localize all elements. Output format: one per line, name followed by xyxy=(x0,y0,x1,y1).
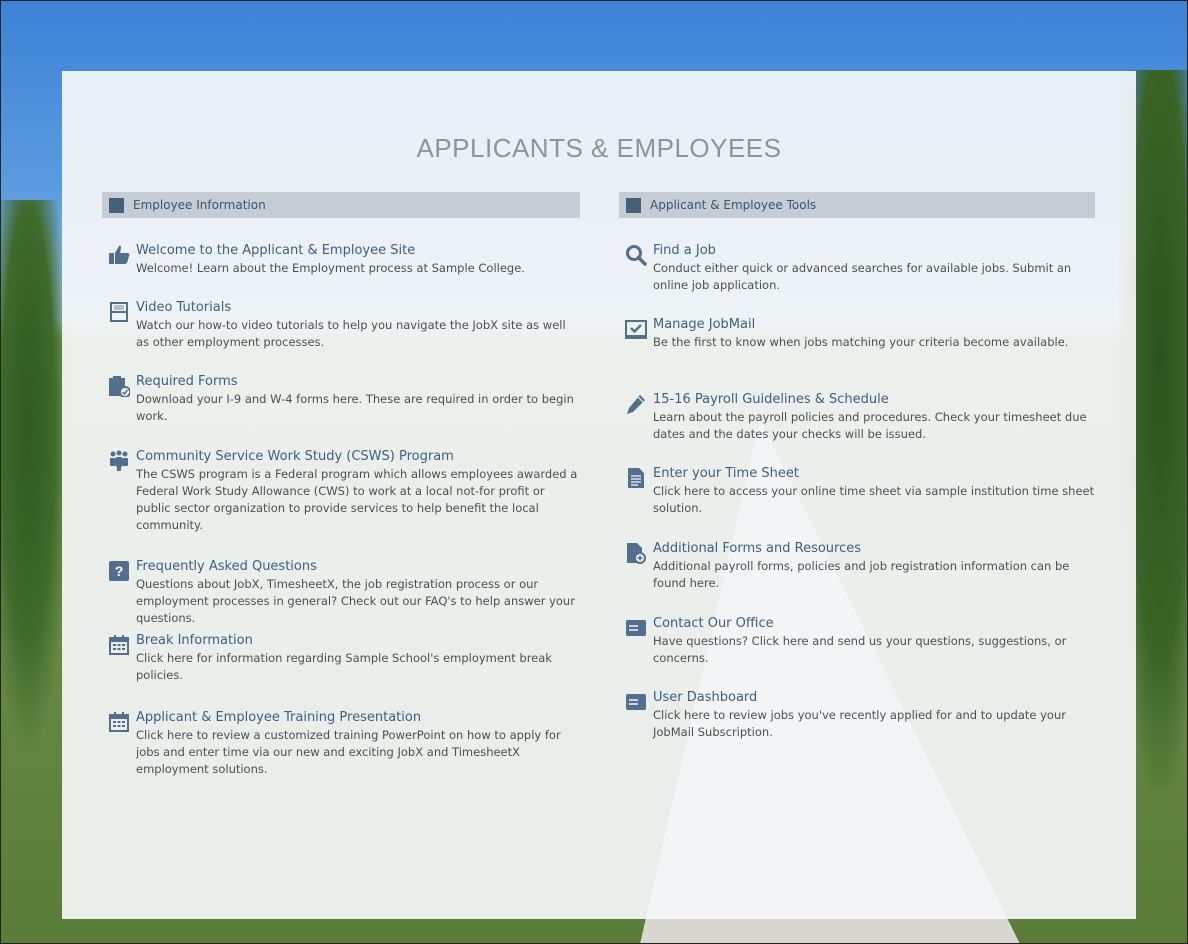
content-panel: APPLICANTS & EMPLOYEES Employee Informat… xyxy=(62,71,1136,919)
header-square-icon xyxy=(109,197,124,213)
header-square-icon xyxy=(626,197,641,213)
list-item-additional-forms[interactable]: Additional Forms and Resources Additiona… xyxy=(625,540,1095,592)
document-add-icon xyxy=(625,542,647,564)
item-description: Learn about the payroll policies and pro… xyxy=(653,410,1087,441)
list-item-welcome[interactable]: Welcome to the Applicant & Employee Site… xyxy=(108,242,580,277)
calendar-icon xyxy=(108,634,130,656)
item-description: Welcome! Learn about the Employment proc… xyxy=(136,261,525,275)
search-icon xyxy=(625,244,647,266)
list-item-contact-office[interactable]: Contact Our Office Have questions? Click… xyxy=(625,615,1095,667)
list-item-csws-program[interactable]: Community Service Work Study (CSWS) Prog… xyxy=(108,448,580,534)
item-title[interactable]: Welcome to the Applicant & Employee Site xyxy=(136,242,580,260)
item-description: Questions about JobX, TimesheetX, the jo… xyxy=(136,577,575,625)
item-title[interactable]: Additional Forms and Resources xyxy=(653,540,1095,558)
item-title[interactable]: Find a Job xyxy=(653,242,1095,260)
item-title[interactable]: User Dashboard xyxy=(653,689,1095,707)
item-title[interactable]: Frequently Asked Questions xyxy=(136,558,580,576)
item-description: Be the first to know when jobs matching … xyxy=(653,335,1069,349)
item-description: The CSWS program is a Federal program wh… xyxy=(136,467,578,532)
employee-information-column: Employee Information Welcome to the Appl… xyxy=(102,192,580,776)
film-icon xyxy=(108,301,130,323)
item-title[interactable]: 15-16 Payroll Guidelines & Schedule xyxy=(653,391,1095,409)
section-header-employee-information: Employee Information xyxy=(102,192,580,218)
section-header-label: Applicant & Employee Tools xyxy=(650,198,817,212)
calendar-icon xyxy=(108,711,130,733)
list-item-enter-time-sheet[interactable]: Enter your Time Sheet Click here to acce… xyxy=(625,465,1095,517)
clipboard-icon xyxy=(108,375,130,397)
item-description: Click here to access your online time sh… xyxy=(653,484,1095,515)
item-description: Additional payroll forms, policies and j… xyxy=(653,559,1070,590)
item-description: Click here for information regarding Sam… xyxy=(136,651,552,682)
item-description: Click here to review a customized traini… xyxy=(136,728,561,776)
item-description: Click here to review jobs you've recentl… xyxy=(653,708,1066,739)
pencil-icon xyxy=(625,393,647,415)
list-item-break-information[interactable]: Break Information Click here for informa… xyxy=(108,632,580,684)
question-icon: ? xyxy=(108,560,130,582)
list-item-training-presentation[interactable]: Applicant & Employee Training Presentati… xyxy=(108,709,580,778)
item-title[interactable]: Community Service Work Study (CSWS) Prog… xyxy=(136,448,580,466)
item-title[interactable]: Video Tutorials xyxy=(136,299,580,317)
list-item-faq[interactable]: ? Frequently Asked Questions Questions a… xyxy=(108,558,580,627)
page-title: APPLICANTS & EMPLOYEES xyxy=(416,133,782,163)
list-item-payroll-guidelines[interactable]: 15-16 Payroll Guidelines & Schedule Lear… xyxy=(625,391,1095,443)
people-icon xyxy=(108,450,130,472)
list-item-required-forms[interactable]: Required Forms Download your I-9 and W-4… xyxy=(108,373,580,425)
list-item-user-dashboard[interactable]: User Dashboard Click here to review jobs… xyxy=(625,689,1095,741)
item-title[interactable]: Contact Our Office xyxy=(653,615,1095,633)
trees-left xyxy=(0,200,70,760)
item-description: Have questions? Click here and send us y… xyxy=(653,634,1067,665)
section-header-applicant-employee-tools: Applicant & Employee Tools xyxy=(619,192,1095,218)
item-description: Conduct either quick or advanced searche… xyxy=(653,261,1072,292)
item-title[interactable]: Required Forms xyxy=(136,373,580,391)
item-title[interactable]: Manage JobMail xyxy=(653,316,1095,334)
thumbs-up-icon xyxy=(108,244,130,266)
mail-check-icon xyxy=(625,318,647,340)
applicant-employee-tools-column: Applicant & Employee Tools Find a Job Co… xyxy=(619,192,1095,739)
item-description: Watch our how-to video tutorials to help… xyxy=(136,318,566,349)
document-icon xyxy=(625,467,647,489)
message-icon xyxy=(625,617,647,639)
item-title[interactable]: Applicant & Employee Training Presentati… xyxy=(136,709,580,727)
item-description: Download your I-9 and W-4 forms here. Th… xyxy=(136,392,574,423)
item-title[interactable]: Enter your Time Sheet xyxy=(653,465,1095,483)
section-header-label: Employee Information xyxy=(133,198,266,212)
svg-text:?: ? xyxy=(115,563,124,579)
list-item-manage-jobmail[interactable]: Manage JobMail Be the first to know when… xyxy=(625,316,1095,351)
item-title[interactable]: Break Information xyxy=(136,632,580,650)
list-item-video-tutorials[interactable]: Video Tutorials Watch our how-to video t… xyxy=(108,299,580,351)
list-item-find-a-job[interactable]: Find a Job Conduct either quick or advan… xyxy=(625,242,1095,294)
message-icon xyxy=(625,691,647,713)
